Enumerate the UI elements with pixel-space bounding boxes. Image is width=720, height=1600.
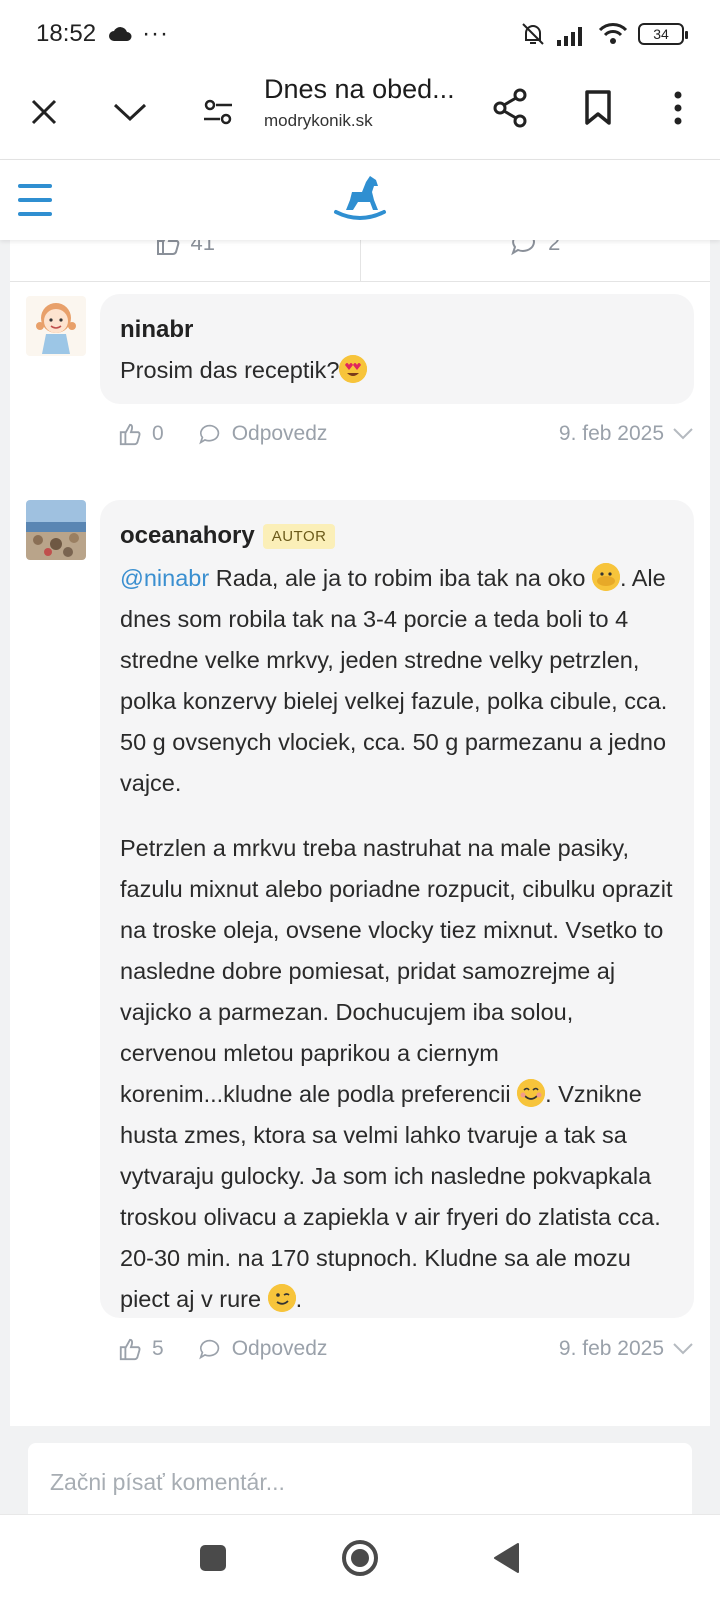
comment-bubble: oceanahory AUTOR @ninabr Rada, ale ja to… — [100, 500, 694, 1318]
comment-date-text: 9. feb 2025 — [558, 1337, 664, 1360]
comments-card: 41 2 ninabr Prosim das receptik? 0 Odpov… — [10, 240, 710, 1426]
comment-text: Prosim das receptik? — [120, 350, 674, 391]
avatar[interactable] — [26, 500, 86, 560]
comment-actions: 0 Odpovedz 9. feb 2025 — [118, 414, 694, 454]
user-mention[interactable]: @ninabr — [120, 565, 209, 591]
cloud-icon — [109, 27, 132, 41]
comment-date-text: 9. feb 2025 — [558, 422, 664, 445]
comment-paragraph-1: Rada, ale ja to robim iba tak na oko — [209, 565, 592, 591]
thumbs-up-icon — [156, 240, 179, 255]
comment-paragraph-1-end: . Ale dnes som robila tak na 3-4 porcie … — [120, 565, 668, 796]
page-title-block[interactable]: Dnes na obed... modrykonik.sk — [264, 74, 474, 131]
page-url: modrykonik.sk — [264, 111, 373, 130]
comment-bubble: ninabr Prosim das receptik? — [100, 294, 694, 404]
comment-text-body: Prosim das receptik? — [120, 357, 340, 383]
share-icon[interactable] — [488, 86, 532, 130]
comments-section: 41 2 ninabr Prosim das receptik? 0 Odpov… — [0, 240, 720, 1514]
home-icon[interactable] — [340, 1538, 380, 1578]
wifi-icon — [598, 23, 628, 44]
post-comments[interactable]: 2 — [361, 240, 711, 281]
winking-emoji — [267, 1284, 296, 1312]
signal-icon — [557, 27, 582, 46]
comment-icon — [511, 240, 536, 256]
hiding-face-emoji — [591, 563, 620, 591]
comment-date[interactable]: 9. feb 2025 — [559, 1337, 694, 1361]
like-count: 5 — [152, 1337, 164, 1360]
like-count: 0 — [152, 422, 164, 445]
comment-input[interactable]: Začni písať komentár... — [28, 1443, 692, 1514]
comment-icon — [198, 1339, 219, 1360]
comment-text: @ninabr Rada, ale ja to robim iba tak na… — [120, 558, 674, 1320]
status-time: 18:52 — [36, 20, 97, 47]
close-icon[interactable] — [22, 90, 66, 134]
heart-eyes-emoji — [339, 355, 368, 383]
bookmark-icon[interactable] — [576, 86, 620, 130]
comment-author[interactable]: ninabr — [120, 316, 193, 344]
chevron-down-icon — [673, 1343, 693, 1355]
reply-label: Odpovedz — [231, 422, 328, 445]
thumbs-up-icon — [119, 1338, 141, 1361]
status-bar: 18:52 ··· 34 — [0, 0, 720, 68]
page-title: Dnes na obed... — [264, 74, 455, 104]
battery-level: 34 — [653, 26, 669, 42]
comment-paragraph-2: Petrzlen a mrkvu treba nastruhat na male… — [120, 835, 673, 1107]
comment-icon — [198, 424, 219, 445]
comment-actions: 5 Odpovedz 9. feb 2025 — [118, 1329, 694, 1369]
reply-button[interactable]: Odpovedz — [198, 1337, 328, 1361]
post-comments-count: 2 — [548, 240, 561, 255]
thumbs-up-icon — [119, 423, 141, 446]
recents-icon[interactable] — [198, 1543, 228, 1573]
post-likes-count: 41 — [190, 240, 215, 255]
site-header — [0, 160, 720, 240]
post-stats: 41 2 — [10, 240, 710, 282]
rocking-horse-logo[interactable] — [332, 172, 388, 224]
like-button[interactable]: 5 — [118, 1337, 164, 1361]
system-nav-bar — [0, 1514, 720, 1600]
page-settings-icon[interactable] — [196, 90, 240, 134]
menu-icon[interactable] — [18, 184, 52, 216]
like-button[interactable]: 0 — [118, 422, 164, 446]
comment-date[interactable]: 9. feb 2025 — [559, 422, 694, 446]
reply-label: Odpovedz — [231, 1337, 328, 1360]
status-overflow: ··· — [142, 20, 170, 47]
more-options-icon[interactable] — [656, 86, 700, 130]
comment-paragraph-2-mid: . Vznikne husta zmes, ktora sa velmi lah… — [120, 1081, 661, 1312]
back-icon[interactable] — [492, 1542, 522, 1574]
reply-button[interactable]: Odpovedz — [198, 422, 328, 446]
comment-paragraph-2-end: . — [295, 1286, 303, 1312]
author-badge: AUTOR — [262, 523, 336, 549]
browser-toolbar: Dnes na obed... modrykonik.sk — [0, 68, 720, 160]
post-likes[interactable]: 41 — [10, 240, 361, 281]
bell-muted-icon — [522, 23, 544, 45]
comment-input-placeholder: Začni písať komentár... — [50, 1469, 285, 1495]
avatar[interactable] — [26, 296, 86, 356]
comment-author[interactable]: oceanahory — [120, 522, 255, 550]
smiling-emoji — [517, 1079, 546, 1107]
battery-indicator: 34 — [638, 23, 688, 45]
chevron-down-icon — [673, 428, 693, 440]
chevron-down-icon[interactable] — [108, 90, 152, 134]
